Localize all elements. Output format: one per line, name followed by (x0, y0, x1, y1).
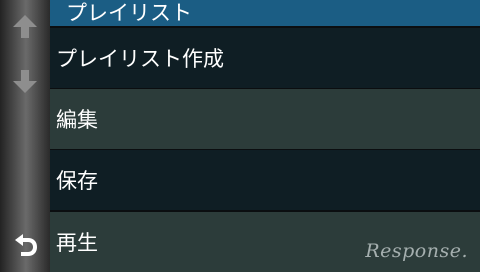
scroll-up-button[interactable] (0, 6, 50, 46)
back-button[interactable] (0, 224, 50, 264)
menu-item-edit[interactable]: 編集 (50, 89, 480, 149)
menu-item-label: 保存 (56, 169, 98, 193)
menu-item-label: 編集 (56, 108, 98, 132)
back-arrow-icon (11, 230, 39, 258)
menu-item-create-playlist[interactable]: プレイリスト作成 (50, 28, 480, 88)
side-control-bar (0, 0, 50, 272)
scroll-down-button[interactable] (0, 62, 50, 102)
arrow-up-icon (11, 12, 39, 40)
menu-item-save[interactable]: 保存 (50, 150, 480, 210)
main-panel: プレイリスト プレイリスト作成 編集 保存 再生 (50, 0, 480, 272)
menu-item-label: プレイリスト作成 (56, 47, 224, 71)
arrow-down-icon (11, 68, 39, 96)
menu-item-label: 再生 (56, 231, 98, 255)
watermark-logo: Response. (365, 240, 468, 262)
page-title: プレイリスト (50, 0, 480, 26)
